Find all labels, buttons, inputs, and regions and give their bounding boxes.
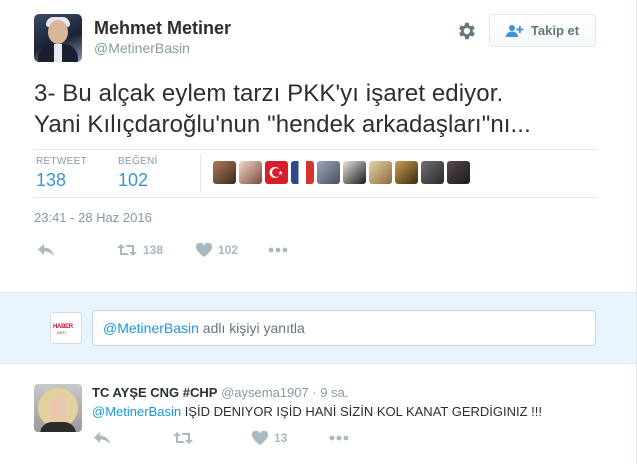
reply-retweet-button[interactable] [173, 431, 193, 445]
retweet-stat-label: RETWEET [36, 156, 87, 167]
reply-input-placeholder: adlı kişiyi yanıtla [198, 320, 305, 336]
reply-author-avatar[interactable] [34, 384, 82, 432]
author-name[interactable]: Mehmet Metiner [94, 18, 231, 39]
liker-avatar-10[interactable] [447, 161, 470, 184]
liker-avatar-8[interactable] [395, 161, 418, 184]
reply-button[interactable] [37, 243, 55, 257]
reply-text: @MetinerBasin IŞİD DENIYOR IŞİD HANİ SİZ… [92, 404, 542, 419]
tweet-permalink: Mehmet Metiner @MetinerBasin Takip et 3-… [0, 0, 637, 464]
divider [34, 197, 597, 198]
liker-avatar-6[interactable] [343, 161, 366, 184]
reply-reply-button[interactable] [93, 431, 111, 445]
tweet-text-line-1: 3- Bu alçak eylem tarzı PKK'yı işaret ed… [34, 80, 504, 107]
divider [34, 149, 597, 150]
retweet-stat-count: 138 [36, 170, 67, 190]
reply-like-button[interactable]: 13 [252, 431, 287, 445]
stat-divider [200, 154, 201, 192]
liker-avatar-7[interactable] [369, 161, 392, 184]
liker-avatars [213, 161, 473, 184]
author-handle[interactable]: @MetinerBasin [94, 40, 190, 56]
liker-avatar-5[interactable] [317, 161, 340, 184]
like-stat-count: 102 [118, 170, 149, 190]
more-button[interactable] [268, 247, 288, 253]
reply-time[interactable]: · 9 sa. [312, 385, 348, 400]
reply-input-mention: @MetinerBasin [103, 320, 199, 336]
avatar-logo-subtext: ARTI [57, 330, 67, 335]
author-avatar[interactable] [34, 14, 82, 62]
follow-button[interactable]: Takip et [489, 14, 596, 47]
heart-icon [196, 243, 213, 257]
retweet-stat[interactable]: RETWEET 138 [36, 156, 87, 191]
liker-avatar-9[interactable] [421, 161, 444, 184]
like-stat[interactable]: BEĞENİ 102 [118, 156, 158, 191]
like-count: 102 [218, 243, 239, 257]
retweet-button[interactable]: 138 [117, 243, 163, 257]
more-icon [268, 247, 288, 253]
retweet-icon [117, 244, 137, 256]
tweet-actions: 138 102 [37, 243, 288, 257]
add-user-icon [505, 24, 524, 37]
reply-author-name[interactable]: TC AYŞE CNG #CHP [92, 385, 217, 400]
reply-body: IŞİD DENIYOR IŞİD HANİ SİZİN KOL KANAT G… [181, 404, 543, 419]
tweet-timestamp[interactable]: 23:41 - 28 Haz 2016 [34, 210, 152, 225]
tweet-text: 3- Bu alçak eylem tarzı PKK'yı işaret ed… [34, 78, 614, 140]
heart-icon [252, 431, 268, 445]
like-button[interactable]: 102 [196, 243, 238, 257]
reply-like-count: 13 [274, 431, 288, 445]
liker-avatar-4[interactable] [291, 161, 314, 184]
gear-icon[interactable] [455, 20, 477, 42]
reply-composer: HABER ARTI @MetinerBasin adlı kişiyi yan… [0, 292, 636, 364]
reply-author-handle[interactable]: @aysema1907 [221, 385, 309, 400]
liker-avatar-3[interactable] [265, 161, 288, 184]
retweet-count: 138 [143, 243, 164, 257]
retweet-icon [173, 432, 193, 444]
reply-actions: 13 [93, 431, 349, 445]
reply-icon [38, 244, 54, 256]
current-user-avatar: HABER ARTI [50, 312, 82, 344]
follow-label: Takip et [530, 23, 580, 38]
liker-avatar-2[interactable] [239, 161, 262, 184]
reply-input[interactable]: @MetinerBasin adlı kişiyi yanıtla [92, 310, 596, 346]
reply-icon [94, 432, 110, 444]
like-stat-label: BEĞENİ [118, 156, 158, 167]
more-icon [329, 435, 349, 441]
tweet-text-line-2: Yani Kılıçdaroğlu'nun "hendek arkadaşlar… [34, 111, 531, 138]
liker-avatar-1[interactable] [213, 161, 236, 184]
reply-mention[interactable]: @MetinerBasin [92, 404, 181, 419]
reply-header: TC AYŞE CNG #CHP @aysema1907 · 9 sa. [92, 385, 348, 400]
reply-more-button[interactable] [329, 435, 349, 441]
